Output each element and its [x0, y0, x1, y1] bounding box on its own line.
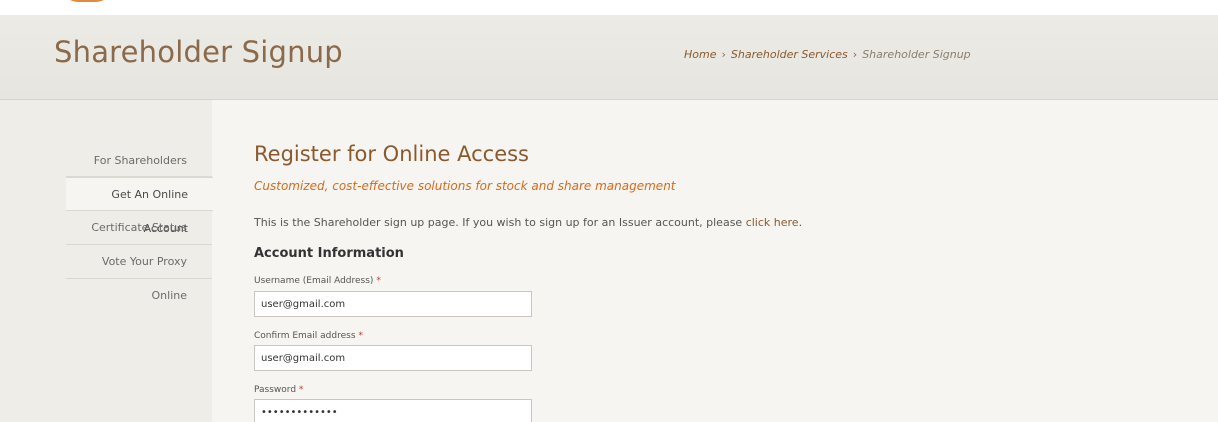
sidebar-item-for-shareholders[interactable]: For Shareholders: [66, 143, 212, 177]
logo-icon: [62, 0, 112, 2]
sidebar-nav: For Shareholders Get An Online Account C…: [66, 143, 213, 302]
sidebar-item-certificate-status[interactable]: Certificate Status: [66, 211, 212, 245]
username-label-text: Username (Email Address): [254, 276, 374, 286]
password-field[interactable]: [254, 399, 532, 422]
breadcrumb-current: Shareholder Signup: [862, 48, 971, 61]
breadcrumb-separator: ›: [721, 48, 726, 61]
username-email-field[interactable]: [254, 291, 532, 317]
section-title: Register for Online Access: [254, 142, 529, 166]
sidebar-item-vote-proxy-online[interactable]: Vote Your Proxy Online: [66, 245, 212, 302]
tagline: Customized, cost-effective solutions for…: [254, 179, 676, 193]
sidebar-item-get-online-account[interactable]: Get An Online Account: [66, 177, 213, 235]
intro-text-body: This is the Shareholder sign up page. If…: [254, 216, 746, 229]
issuer-signup-link[interactable]: click here: [746, 216, 799, 229]
breadcrumb-home-link[interactable]: Home: [684, 48, 716, 61]
sidebar: For Shareholders Get An Online Account C…: [0, 100, 213, 422]
password-label-text: Password: [254, 385, 297, 395]
required-marker: *: [376, 276, 381, 286]
confirm-email-label: Confirm Email address *: [254, 331, 363, 341]
breadcrumb-services-link[interactable]: Shareholder Services: [731, 48, 848, 61]
account-information-heading: Account Information: [254, 246, 404, 261]
required-marker: *: [358, 331, 363, 341]
confirm-email-label-text: Confirm Email address: [254, 331, 356, 341]
username-label: Username (Email Address) *: [254, 276, 381, 286]
password-label: Password *: [254, 385, 303, 395]
intro-text: This is the Shareholder sign up page. If…: [254, 216, 802, 229]
intro-text-end: .: [798, 216, 803, 229]
confirm-email-field[interactable]: [254, 345, 532, 371]
breadcrumb-separator: ›: [852, 48, 858, 61]
page-header-banner: Shareholder Signup Home › Shareholder Serv…: [0, 15, 1218, 100]
page-title: Shareholder Signup: [54, 35, 343, 69]
top-strip: [0, 0, 1218, 15]
main-content: Register for Online Access Customized, c…: [212, 100, 1218, 422]
required-marker: *: [298, 385, 304, 395]
breadcrumb: Home › Shareholder Services › Shareholder Si…: [684, 48, 971, 61]
